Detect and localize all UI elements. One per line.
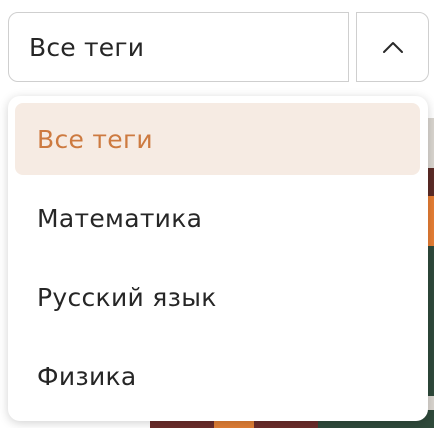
- page: Все теги Все теги Математика Русский язы…: [0, 0, 434, 428]
- tag-select[interactable]: Все теги: [8, 12, 349, 82]
- tag-select-value: Все теги: [29, 32, 145, 62]
- menu-item-label: Все теги: [37, 124, 153, 154]
- menu-item-label: Русский язык: [37, 282, 217, 312]
- chevron-up-icon: [382, 40, 404, 54]
- menu-item-russian-language[interactable]: Русский язык: [15, 261, 420, 333]
- tag-select-toggle-button[interactable]: [356, 12, 429, 82]
- menu-item-physics[interactable]: Физика: [15, 340, 420, 412]
- menu-item-label: Физика: [37, 361, 137, 391]
- menu-item-all-tags[interactable]: Все теги: [15, 103, 420, 175]
- menu-item-mathematics[interactable]: Математика: [15, 182, 420, 254]
- menu-item-label: Математика: [37, 203, 203, 233]
- tag-dropdown-menu: Все теги Математика Русский язык Физика: [8, 96, 428, 421]
